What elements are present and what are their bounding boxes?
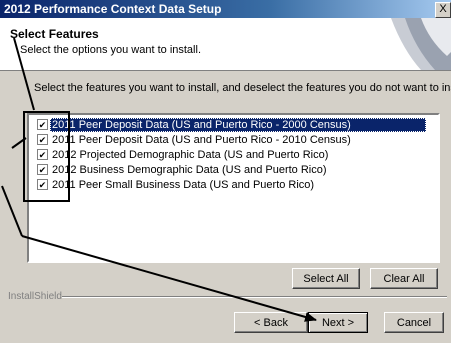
page-title: Select Features	[10, 27, 99, 41]
feature-label: 2012 Business Demographic Data (US and P…	[52, 164, 327, 176]
feature-list[interactable]: ✔ 2011 Peer Deposit Data (US and Puerto …	[27, 113, 440, 263]
checkbox[interactable]: ✔	[37, 119, 48, 130]
feature-label: 2011 Peer Deposit Data (US and Puerto Ri…	[52, 134, 351, 146]
title-bar: 2012 Performance Context Data Setup X	[0, 0, 451, 18]
annotation-line	[11, 137, 27, 149]
window-title: 2012 Performance Context Data Setup	[4, 2, 222, 16]
installshield-brand: InstallShield	[8, 291, 62, 302]
checkbox[interactable]: ✔	[37, 179, 48, 190]
close-button[interactable]: X	[435, 2, 451, 18]
clear-all-button[interactable]: Clear All	[370, 268, 438, 289]
feature-label: 2012 Projected Demographic Data (US and …	[52, 149, 329, 161]
header-banner: Select Features Select the options you w…	[0, 18, 451, 71]
feature-label: 2011 Peer Deposit Data (US and Puerto Ri…	[50, 118, 426, 132]
annotation-line	[1, 185, 23, 237]
checkbox[interactable]: ✔	[37, 164, 48, 175]
page-subtitle: Select the options you want to install.	[20, 44, 201, 56]
back-button[interactable]: < Back	[234, 312, 308, 333]
footer-divider	[62, 296, 447, 298]
checkbox[interactable]: ✔	[37, 134, 48, 145]
select-all-button[interactable]: Select All	[292, 268, 360, 289]
checkbox[interactable]: ✔	[37, 149, 48, 160]
banner-graphic	[391, 18, 451, 70]
cancel-button[interactable]: Cancel	[384, 312, 444, 333]
instruction-text: Select the features you want to install,…	[34, 82, 451, 94]
next-button[interactable]: Next >	[308, 312, 368, 333]
feature-label: 2011 Peer Small Business Data (US and Pu…	[52, 179, 315, 191]
